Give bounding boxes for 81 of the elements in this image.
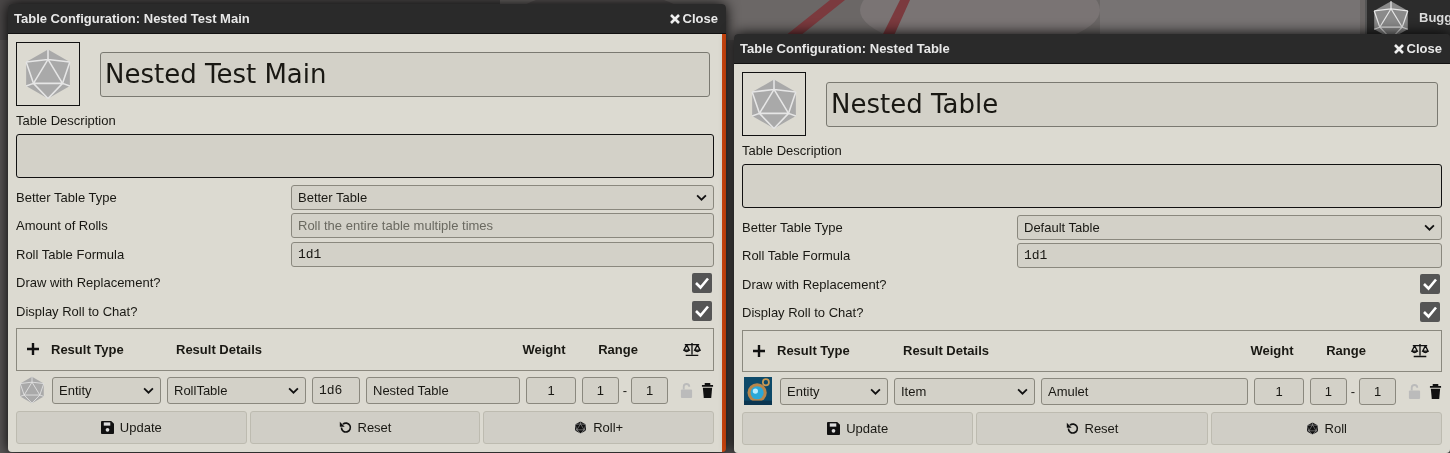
field-label: Better Table Type <box>16 189 118 205</box>
dropdown[interactable]: Default Table <box>1017 214 1442 240</box>
details-field[interactable]: Amulet <box>1041 377 1248 405</box>
column-header: Weight <box>521 341 567 357</box>
image-frame[interactable] <box>742 72 806 136</box>
trash-icon[interactable] <box>1429 383 1442 399</box>
close-button[interactable]: Close <box>1393 41 1442 56</box>
checkbox[interactable] <box>692 272 712 293</box>
field-label: Better Table Type <box>742 219 844 235</box>
undo-icon <box>338 421 352 434</box>
checkbox[interactable] <box>1420 302 1440 323</box>
action-button[interactable]: Roll <box>1210 412 1442 445</box>
caret-icon <box>870 387 881 395</box>
add-icon[interactable] <box>27 343 39 356</box>
field-label: Draw with Replacement? <box>16 275 162 291</box>
dropdown[interactable]: Better Table <box>291 184 714 210</box>
column-header: Range <box>597 341 639 357</box>
dropdown[interactable]: Entity <box>52 376 161 404</box>
dropdown[interactable]: Item <box>894 377 1035 405</box>
dropdown[interactable]: RollTable <box>167 376 306 404</box>
range-separator: - <box>1350 383 1356 399</box>
weight-field[interactable]: 1 <box>526 376 576 404</box>
input-field[interactable]: Roll the entire table multiple times <box>291 213 714 239</box>
details-field[interactable]: Nested Table <box>366 376 520 404</box>
action-button[interactable]: Update <box>742 412 974 445</box>
checkbox[interactable] <box>1420 274 1440 294</box>
close-button[interactable]: Close <box>669 11 718 26</box>
field-label: Amount of Rolls <box>16 218 109 234</box>
column-header: Result Details <box>176 341 263 357</box>
caret-icon <box>143 386 154 394</box>
range-separator: - <box>622 382 628 398</box>
name-field[interactable]: Nested Table <box>826 81 1438 127</box>
caret-icon <box>1017 387 1028 395</box>
name-field[interactable]: Nested Test Main <box>100 51 710 97</box>
caret-icon <box>696 193 707 201</box>
die-icon <box>574 421 588 434</box>
save-icon <box>827 422 841 435</box>
description-field[interactable] <box>16 134 714 179</box>
column-header: Result Type <box>51 341 124 357</box>
range-field[interactable]: 1 <box>582 376 619 404</box>
trash-icon[interactable] <box>701 382 714 398</box>
field-label: Table Description <box>742 143 843 158</box>
column-header: Result Type <box>777 343 850 359</box>
range-field[interactable]: 1 <box>1310 377 1347 405</box>
field-label: Roll Table Formula <box>742 248 852 264</box>
column-header: Weight <box>1249 343 1295 359</box>
caret-icon <box>288 386 299 394</box>
action-button[interactable]: Reset <box>249 411 481 444</box>
field-label: Draw with Replacement? <box>742 276 888 292</box>
caret-icon <box>1424 223 1435 231</box>
field-label: Table Description <box>16 113 117 128</box>
column-header: Result Details <box>903 343 990 359</box>
range-field[interactable]: 1 <box>1359 377 1396 405</box>
die-icon <box>1305 422 1319 435</box>
undo-icon <box>1065 422 1079 435</box>
window-title: Table Configuration: Nested Test Main <box>14 11 250 26</box>
action-button[interactable]: Roll+ <box>483 411 714 444</box>
die-icon <box>18 376 46 405</box>
field-label: Roll Table Formula <box>16 246 126 262</box>
scrollbar[interactable] <box>722 34 726 452</box>
input-field[interactable]: 1d1 <box>291 241 714 267</box>
save-icon <box>100 421 114 434</box>
weight-field[interactable]: 1 <box>1254 377 1304 405</box>
close-icon <box>1393 43 1404 54</box>
field-label: Display Roll to Chat? <box>16 303 139 319</box>
description-field[interactable] <box>742 164 1442 209</box>
column-header: Range <box>1325 343 1367 359</box>
image-frame[interactable] <box>16 42 80 106</box>
range-field[interactable]: 1 <box>631 376 668 404</box>
close-icon <box>669 13 680 24</box>
action-button[interactable]: Reset <box>976 412 1208 445</box>
dropdown[interactable]: Entity <box>780 377 888 405</box>
input-field[interactable]: 1d1 <box>1017 243 1442 269</box>
add-icon[interactable] <box>753 344 765 357</box>
checkbox[interactable] <box>692 301 712 322</box>
formula-field[interactable]: 1d6 <box>312 376 360 404</box>
scale-icon[interactable] <box>1411 343 1429 359</box>
scale-icon[interactable] <box>683 341 701 357</box>
window-title: Table Configuration: Nested Table <box>740 41 950 56</box>
field-label: Display Roll to Chat? <box>742 304 865 320</box>
action-button[interactable]: Update <box>16 411 247 444</box>
